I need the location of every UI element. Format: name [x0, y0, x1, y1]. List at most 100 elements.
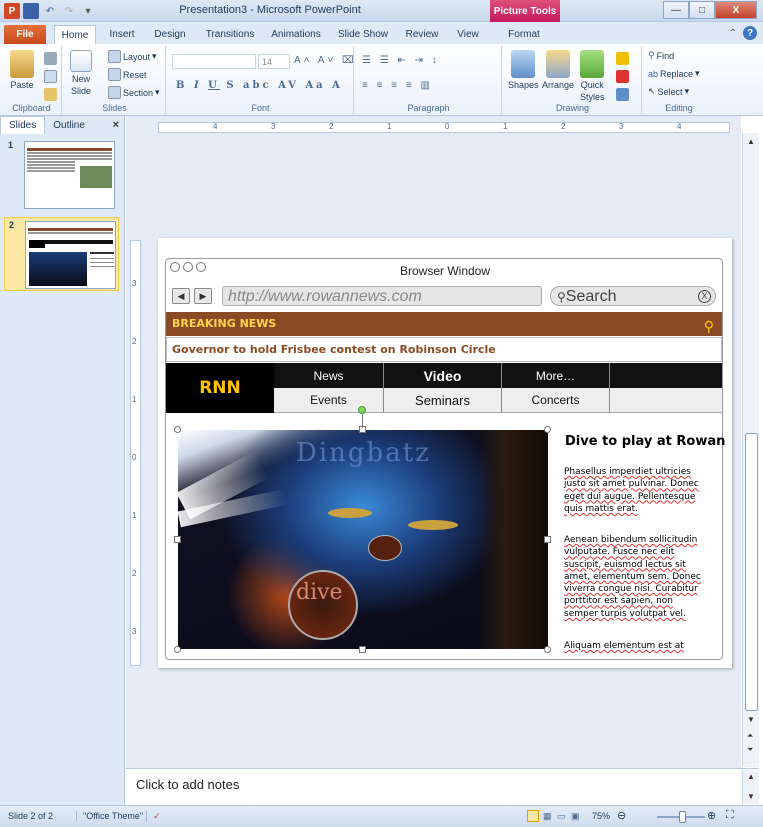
slide-show-icon[interactable]: ▣ — [571, 811, 580, 822]
reset-icon — [108, 68, 121, 81]
shape-effects-icon[interactable] — [616, 88, 629, 101]
maximize-button[interactable]: □ — [689, 1, 715, 19]
paste-icon — [10, 50, 34, 78]
concert-picture[interactable]: Dingbatz dive — [178, 430, 548, 649]
next-slide-icon[interactable]: ⏷ — [747, 745, 753, 755]
scroll-up-icon[interactable]: ▲ — [747, 137, 755, 146]
font-format-icons[interactable]: B I U S abc AV Aa A — [176, 80, 343, 91]
resize-handle[interactable] — [544, 536, 551, 543]
help-icon[interactable]: ? — [743, 26, 757, 40]
format-painter-icon[interactable] — [44, 88, 57, 101]
resize-handle[interactable] — [174, 646, 181, 653]
shapes-icon — [511, 50, 536, 78]
section-icon — [108, 86, 121, 99]
zoom-out-icon[interactable]: ⊖ — [617, 809, 626, 822]
spell-check-icon[interactable]: ✓ — [146, 811, 161, 822]
title-bar: P ↶ ↷ ▾ Presentation3 - Microsoft PowerP… — [0, 0, 763, 22]
clipboard-group-label: Clipboard — [12, 103, 51, 113]
scrollbar-thumb[interactable] — [745, 433, 758, 711]
replace-icon: ab — [648, 68, 659, 79]
close-button[interactable]: X — [715, 1, 757, 19]
resize-handle[interactable] — [544, 426, 551, 433]
slide-sorter-icon[interactable]: ▦ — [543, 811, 552, 822]
layout-button[interactable]: Layout ▾ — [108, 50, 157, 63]
reading-view-icon[interactable]: ▭ — [557, 811, 566, 822]
tab-home[interactable]: Home — [54, 25, 96, 44]
scroll-up-icon[interactable]: ▲ — [747, 772, 755, 781]
grow-shrink-font-icons[interactable]: A˄ A˅ ⌧ — [294, 55, 357, 66]
tab-animations[interactable]: Animations — [268, 25, 324, 44]
tab-format[interactable]: Format — [502, 25, 546, 44]
close-pane-icon[interactable]: × — [113, 119, 119, 131]
minimize-button[interactable]: — — [663, 1, 689, 19]
arrange-button[interactable]: Arrange — [542, 50, 574, 90]
section-button[interactable]: Section ▾ — [108, 86, 160, 99]
shape-outline-icon[interactable] — [616, 70, 629, 83]
notes-scrollbar[interactable]: ▲ ▼ — [742, 770, 759, 804]
resize-handle[interactable] — [174, 426, 181, 433]
tab-slides[interactable]: Slides — [0, 116, 46, 134]
site-navbar: RNN News Video More… Events Seminars Con… — [166, 363, 722, 413]
resize-handle[interactable] — [174, 536, 181, 543]
reset-button[interactable]: Reset — [108, 68, 147, 81]
search-box: ⚲Search X — [550, 286, 716, 306]
rotation-handle[interactable] — [358, 406, 366, 414]
tab-design[interactable]: Design — [150, 25, 190, 44]
normal-view-icon[interactable] — [527, 810, 539, 822]
paste-button[interactable]: Paste — [10, 50, 34, 90]
window-title: Presentation3 - Microsoft PowerPoint — [179, 4, 361, 16]
headline: Governor to hold Frisbee contest on Robi… — [166, 337, 722, 362]
tab-insert[interactable]: Insert — [104, 25, 140, 44]
binoculars-icon: ⚲ — [648, 50, 655, 60]
alignment-icons[interactable]: ≡ ≡ ≡ ≡ ▥ — [362, 80, 433, 91]
drawing-group-label: Drawing — [555, 103, 589, 113]
tab-outline[interactable]: Outline — [45, 116, 93, 134]
paragraph-group: ☰ ☰ ⇤ ⇥ ↕ ≡ ≡ ≡ ≡ ▥ Paragraph — [356, 46, 502, 114]
font-group-label: Font — [251, 103, 270, 113]
slide-thumbnail-image — [25, 221, 116, 289]
new-slide-icon — [70, 50, 92, 72]
tab-view[interactable]: View — [452, 25, 484, 44]
list-indent-icons[interactable]: ☰ ☰ ⇤ ⇥ ↕ — [362, 55, 440, 66]
quick-styles-button[interactable]: Quick Styles — [580, 50, 605, 102]
previous-slide-icon[interactable]: ⏶ — [747, 731, 753, 741]
new-slide-button[interactable]: New Slide — [70, 50, 92, 96]
article-title: Dive to play at Rowan — [565, 434, 726, 449]
shape-fill-icon[interactable] — [616, 52, 629, 65]
zoom-in-icon[interactable]: ⊕ — [707, 809, 716, 822]
theme-name[interactable]: "Office Theme" — [76, 811, 143, 821]
tab-review[interactable]: Review — [402, 25, 442, 44]
find-button[interactable]: ⚲ Find — [648, 50, 674, 61]
tab-transitions[interactable]: Transitions — [203, 25, 257, 44]
tab-file[interactable]: File — [4, 25, 46, 44]
tab-slide-show[interactable]: Slide Show — [336, 25, 390, 44]
minimize-ribbon-icon[interactable]: ⌃ — [729, 28, 737, 39]
scroll-down-icon[interactable]: ▼ — [747, 715, 755, 724]
nav-empty-bottom — [610, 388, 722, 413]
notes-placeholder: Click to add notes — [136, 777, 240, 792]
zoom-level[interactable]: 75% — [592, 811, 610, 821]
article-paragraph: Aliquam elementum est at — [564, 641, 684, 651]
font-name-box[interactable] — [172, 54, 256, 69]
select-button[interactable]: ↖ Select ▾ — [648, 86, 689, 97]
replace-button[interactable]: ab Replace ▾ — [648, 68, 700, 79]
font-size-box[interactable]: 14 — [258, 54, 290, 69]
drawing-group: Shapes Arrange Quick Styles Drawing — [504, 46, 642, 114]
fit-to-window-icon[interactable]: ⛶ — [726, 809, 734, 822]
scroll-down-icon[interactable]: ▼ — [747, 792, 755, 801]
drum-logo: dive — [296, 580, 343, 605]
notes-pane[interactable]: Click to add notes — [126, 768, 759, 805]
resize-handle[interactable] — [359, 646, 366, 653]
zoom-slider-knob[interactable] — [679, 811, 686, 823]
cut-icon[interactable] — [44, 52, 57, 65]
copy-icon[interactable] — [44, 70, 57, 83]
zoom-slider[interactable] — [657, 811, 705, 823]
nav-empty-top — [610, 363, 722, 388]
vertical-scrollbar[interactable]: ▲ ▼ ⏶ ⏷ — [742, 133, 759, 767]
search-icon: ⚲ — [557, 290, 566, 304]
editing-group: ⚲ Find ab Replace ▾ ↖ Select ▾ Editing — [644, 46, 714, 114]
shapes-button[interactable]: Shapes — [508, 50, 539, 90]
slide-thumbnail-1[interactable]: 1 — [4, 138, 119, 212]
slide-thumbnail-2[interactable]: 2 — [4, 217, 119, 291]
resize-handle[interactable] — [544, 646, 551, 653]
